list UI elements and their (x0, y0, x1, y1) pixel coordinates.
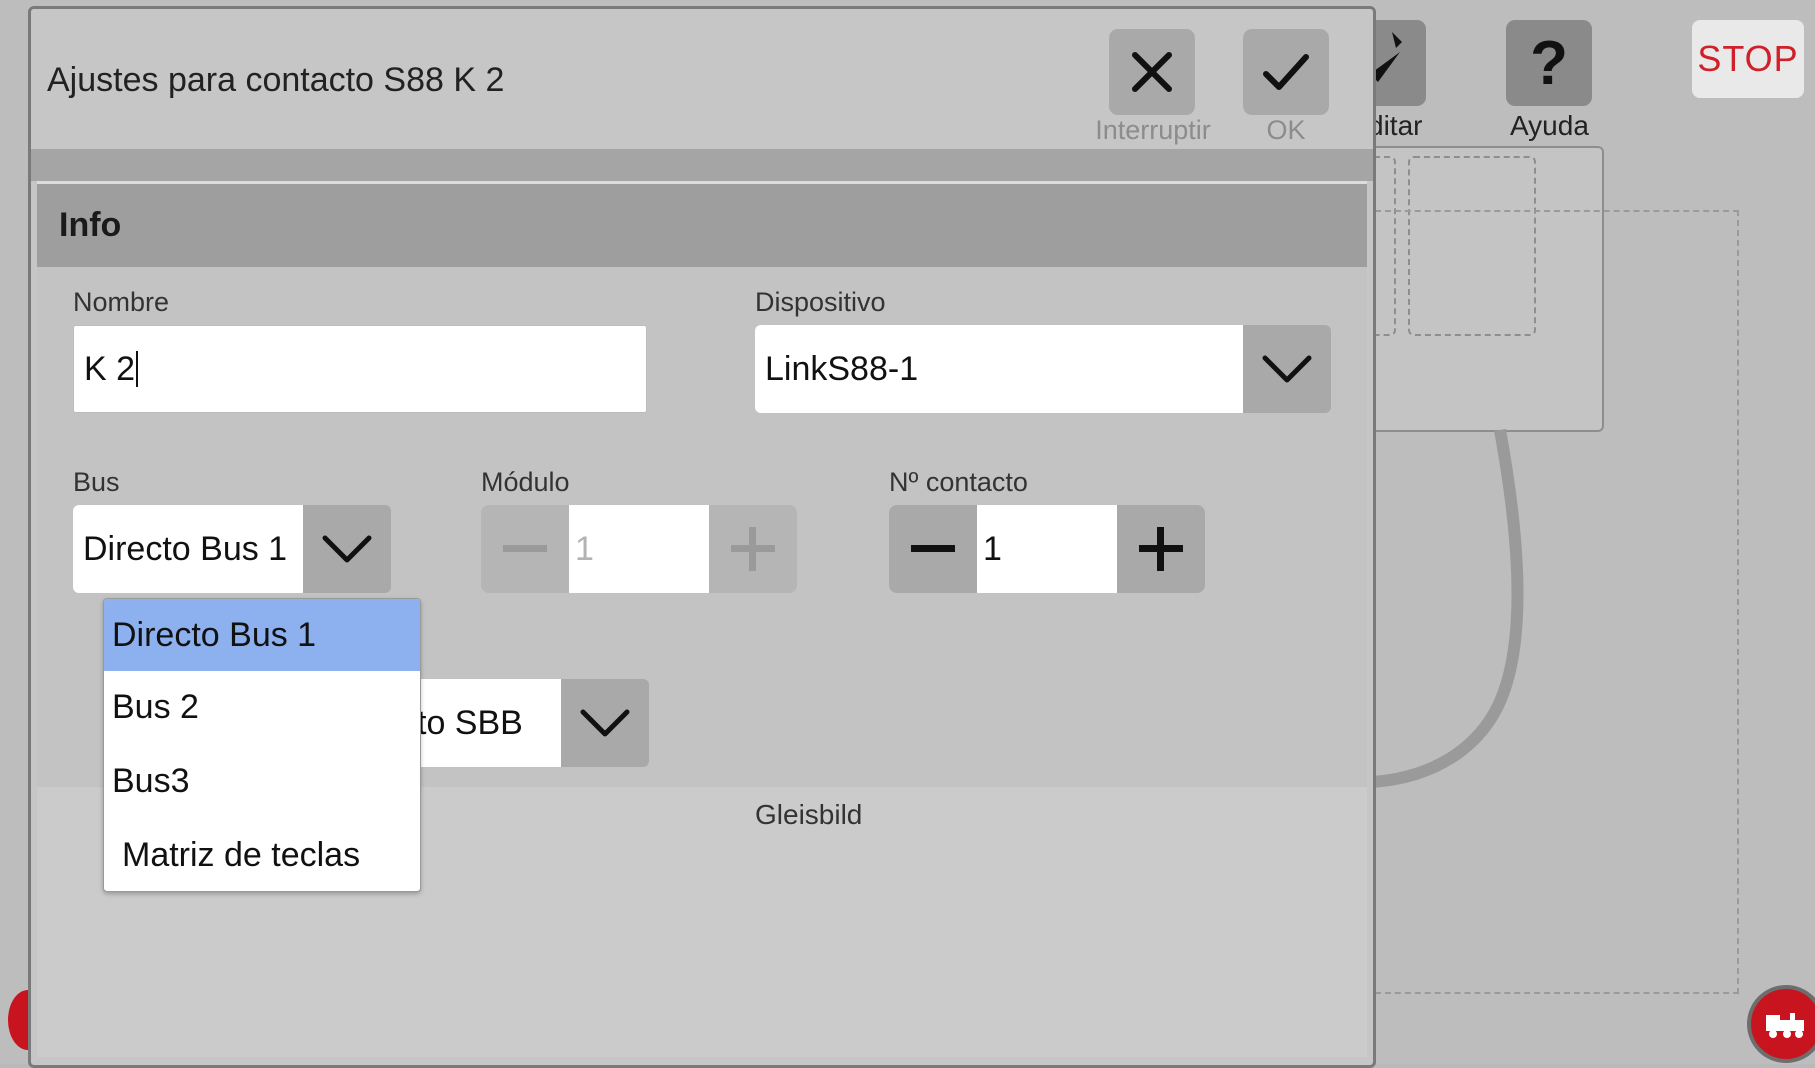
question-mark-icon: ? (1530, 28, 1568, 98)
dialog-header: Ajustes para contacto S88 K 2 Interrupti… (31, 9, 1373, 149)
name-label: Nombre (73, 287, 170, 317)
contact-increment-button[interactable] (1117, 505, 1205, 593)
text-caret (136, 351, 139, 387)
minus-icon (911, 545, 955, 552)
locomotive-button[interactable] (1747, 985, 1815, 1063)
module-increment-button (709, 505, 797, 593)
ok-button[interactable] (1243, 29, 1329, 115)
chevron-down-icon (580, 709, 630, 737)
locomotive-icon (1766, 1013, 1804, 1038)
dropdown-option[interactable]: Directo Bus 1 (104, 599, 420, 671)
contact-settings-dialog: Ajustes para contacto S88 K 2 Interrupti… (28, 6, 1376, 1068)
contact-value[interactable]: 1 (977, 505, 1117, 593)
contact-label: Nº contacto (889, 467, 1028, 497)
name-input[interactable]: K 2 (73, 325, 647, 413)
module-decrement-button (481, 505, 569, 593)
dropdown-option[interactable]: Bus3 (104, 745, 420, 817)
help-button[interactable]: ? (1506, 20, 1592, 106)
plus-icon (731, 527, 775, 571)
contact-decrement-button[interactable] (889, 505, 977, 593)
name-value: K 2 (84, 349, 136, 388)
cancel-button[interactable] (1109, 29, 1195, 115)
track-diagram-label: Gleisbild (755, 799, 863, 830)
track-curve (1370, 428, 1524, 788)
header-separator (31, 149, 1373, 181)
contact-stepper[interactable]: 1 (889, 505, 1205, 593)
stop-button[interactable]: STOP (1692, 20, 1804, 98)
dropdown-option[interactable]: Bus 2 (104, 671, 420, 743)
bus-dropdown-list: Directo Bus 1 Bus 2 Bus3 Matriz de tecla… (103, 598, 421, 892)
dropdown-option[interactable]: Matriz de teclas (104, 819, 420, 891)
close-icon (1132, 52, 1172, 92)
ok-label: OK (1266, 115, 1306, 145)
symbol-dropdown-arrow[interactable] (561, 679, 649, 767)
bus-dropdown-arrow[interactable] (303, 505, 391, 593)
plus-icon (1139, 527, 1183, 571)
device-value: LinkS88-1 (755, 325, 1243, 413)
device-dropdown-arrow[interactable] (1243, 325, 1331, 413)
bus-label: Bus (73, 467, 120, 497)
chevron-down-icon (1262, 355, 1312, 383)
edit-label: ditar (1368, 110, 1423, 141)
module-stepper: 1 (481, 505, 797, 593)
bus-select[interactable]: Directo Bus 1 (73, 505, 391, 593)
dialog-title: Ajustes para contacto S88 K 2 (47, 61, 505, 99)
minus-icon (503, 545, 547, 552)
section-title: Info (59, 206, 122, 244)
bus-value: Directo Bus 1 (73, 505, 303, 593)
info-section-header: Info (37, 181, 1367, 270)
checkmark-icon (1263, 54, 1309, 90)
help-label: Ayuda (1510, 110, 1589, 141)
device-select[interactable]: LinkS88-1 (755, 325, 1331, 413)
module-value: 1 (569, 505, 709, 593)
device-label: Dispositivo (755, 287, 886, 317)
module-label: Módulo (481, 467, 570, 497)
chevron-down-icon (322, 535, 372, 563)
cancel-label: Interruptir (1095, 115, 1211, 145)
